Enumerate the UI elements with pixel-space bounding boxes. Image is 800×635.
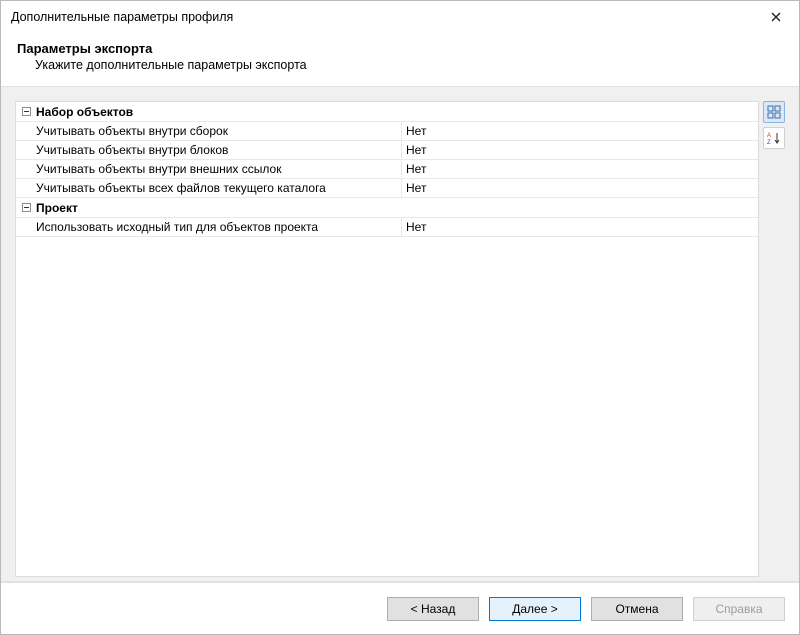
category-toggle[interactable] [16, 203, 36, 212]
property-value[interactable]: Нет [402, 141, 758, 159]
header-title: Параметры экспорта [17, 41, 783, 56]
help-button: Справка [693, 597, 785, 621]
dialog-window: Дополнительные параметры профиля Парамет… [0, 0, 800, 635]
minus-icon [22, 107, 31, 116]
property-row[interactable]: Учитывать объекты внутри сборок Нет [16, 122, 758, 141]
alphabetical-view-button[interactable]: A Z [763, 127, 785, 149]
titlebar: Дополнительные параметры профиля [1, 1, 799, 33]
footer: < Назад Далее > Отмена Справка [1, 582, 799, 634]
property-label: Использовать исходный тип для объектов п… [16, 218, 402, 236]
category-row: Проект [16, 198, 758, 218]
category-row: Набор объектов [16, 102, 758, 122]
property-row[interactable]: Учитывать объекты внутри блоков Нет [16, 141, 758, 160]
property-row[interactable]: Учитывать объекты всех файлов текущего к… [16, 179, 758, 198]
next-button[interactable]: Далее > [489, 597, 581, 621]
content-area: Набор объектов Учитывать объекты внутри … [1, 87, 799, 581]
property-label: Учитывать объекты всех файлов текущего к… [16, 179, 402, 197]
window-title: Дополнительные параметры профиля [11, 10, 233, 24]
property-value[interactable]: Нет [402, 160, 758, 178]
property-label: Учитывать объекты внутри внешних ссылок [16, 160, 402, 178]
sort-az-icon: A Z [767, 131, 781, 145]
close-button[interactable] [763, 7, 789, 27]
categorized-icon [767, 105, 781, 119]
category-toggle[interactable] [16, 107, 36, 116]
svg-text:A: A [767, 133, 771, 139]
property-grid: Набор объектов Учитывать объекты внутри … [15, 101, 759, 577]
header-block: Параметры экспорта Укажите дополнительны… [1, 33, 799, 86]
property-value[interactable]: Нет [402, 122, 758, 140]
svg-text:Z: Z [767, 140, 771, 145]
grid-tools: A Z [763, 101, 785, 577]
category-label: Проект [36, 201, 758, 215]
header-subtitle: Укажите дополнительные параметры экспорт… [17, 58, 783, 72]
categorized-view-button[interactable] [763, 101, 785, 123]
category-label: Набор объектов [36, 105, 758, 119]
property-label: Учитывать объекты внутри сборок [16, 122, 402, 140]
close-icon [771, 12, 781, 22]
property-row[interactable]: Использовать исходный тип для объектов п… [16, 218, 758, 237]
minus-icon [22, 203, 31, 212]
property-row[interactable]: Учитывать объекты внутри внешних ссылок … [16, 160, 758, 179]
property-value[interactable]: Нет [402, 218, 758, 236]
property-label: Учитывать объекты внутри блоков [16, 141, 402, 159]
property-value[interactable]: Нет [402, 179, 758, 197]
cancel-button[interactable]: Отмена [591, 597, 683, 621]
back-button[interactable]: < Назад [387, 597, 479, 621]
